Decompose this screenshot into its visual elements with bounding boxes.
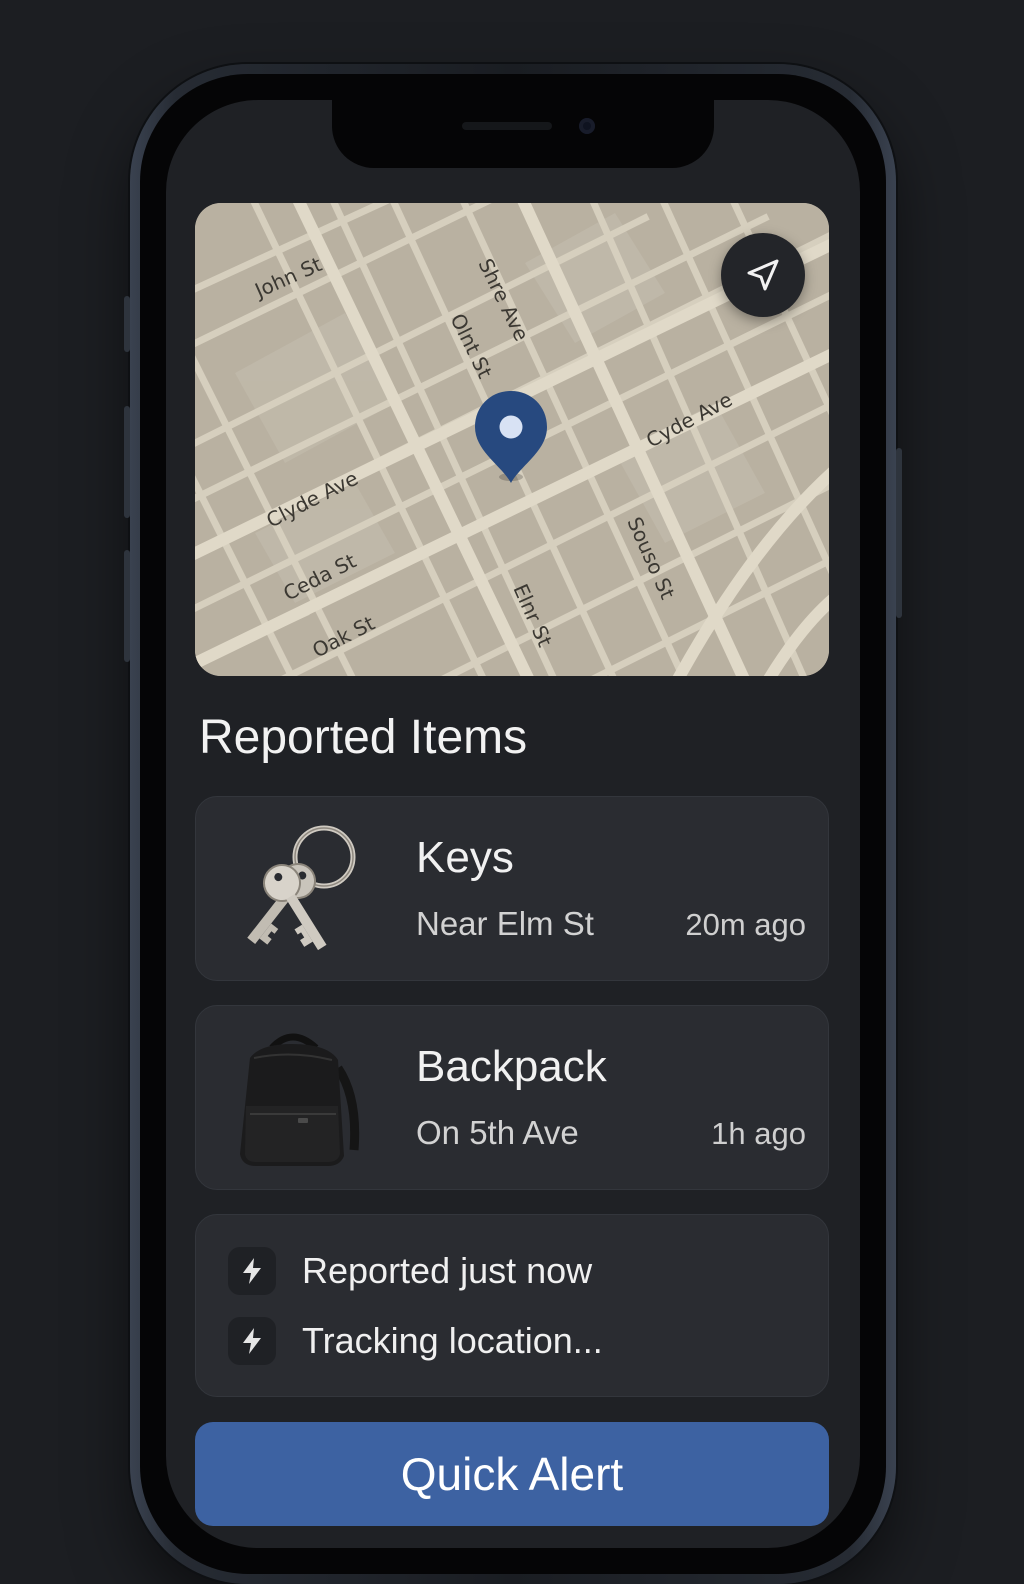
activity-item: Tracking location... [228, 1317, 603, 1365]
phone-frame: John St Shre Ave Olnt St Cyde Ave Clyde … [124, 64, 902, 1584]
volume-down-button [124, 550, 130, 662]
activity-text: Reported just now [302, 1250, 593, 1291]
locate-button[interactable] [721, 233, 805, 317]
reported-item-card[interactable]: Backpack On 5th Ave 1h ago [195, 1005, 829, 1190]
bolt-icon [228, 1317, 276, 1365]
reported-item-card[interactable]: Keys Near Elm St 20m ago [195, 796, 829, 981]
activity-text: Tracking location... [302, 1320, 603, 1361]
navigation-arrow-icon [747, 259, 779, 291]
item-time: 20m ago [685, 907, 806, 942]
item-name: Keys [416, 833, 514, 882]
activity-card: Reported just now Tracking location... [195, 1214, 829, 1397]
bolt-icon [228, 1247, 276, 1295]
silent-switch [124, 296, 130, 352]
power-button [896, 448, 902, 618]
map-view[interactable]: John St Shre Ave Olnt St Cyde Ave Clyde … [195, 203, 829, 676]
earpiece-speaker [462, 122, 552, 130]
quick-alert-button[interactable]: Quick Alert [195, 1422, 829, 1526]
item-location: On 5th Ave [416, 1114, 579, 1151]
notch [332, 100, 714, 168]
backpack-icon [240, 1033, 360, 1166]
app-screen: John St Shre Ave Olnt St Cyde Ave Clyde … [166, 100, 860, 1548]
phone-bezel: John St Shre Ave Olnt St Cyde Ave Clyde … [140, 74, 886, 1574]
front-camera [579, 118, 595, 134]
item-time: 1h ago [711, 1116, 806, 1151]
item-location: Near Elm St [416, 905, 594, 942]
keys-icon [247, 825, 356, 951]
activity-item: Reported just now [228, 1247, 592, 1295]
section-title: Reported Items [199, 711, 528, 764]
volume-up-button [124, 406, 130, 518]
item-name: Backpack [416, 1042, 607, 1091]
